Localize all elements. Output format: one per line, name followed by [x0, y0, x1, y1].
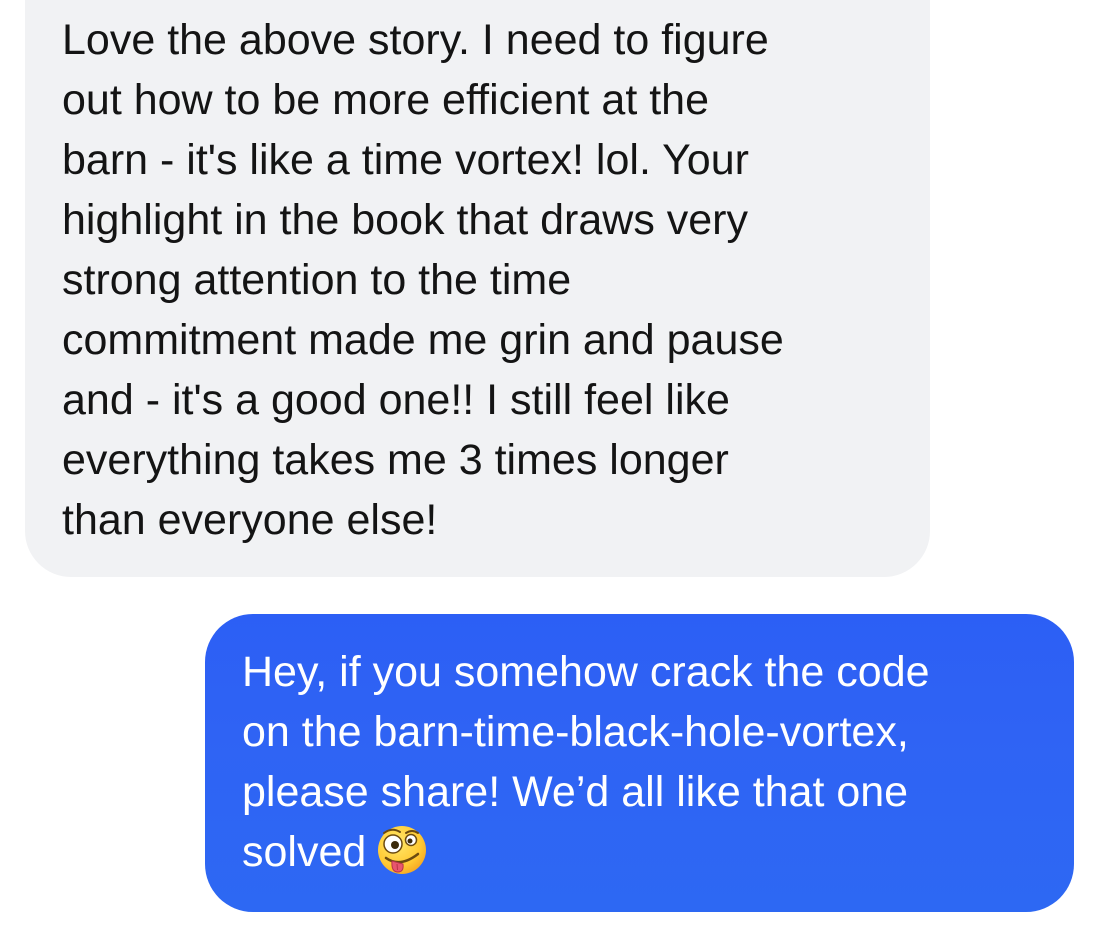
received-message-text: Love the above story. I need to figure o… — [62, 16, 784, 544]
zany-face-emoji-icon — [376, 824, 428, 876]
received-message-bubble[interactable]: Love the above story. I need to figure o… — [25, 0, 930, 577]
sent-message-text: Hey, if you somehow crack the code on th… — [242, 648, 930, 876]
sent-message-bubble[interactable]: Hey, if you somehow crack the code on th… — [205, 614, 1074, 912]
message-thread: Love the above story. I need to figure o… — [0, 0, 1099, 943]
